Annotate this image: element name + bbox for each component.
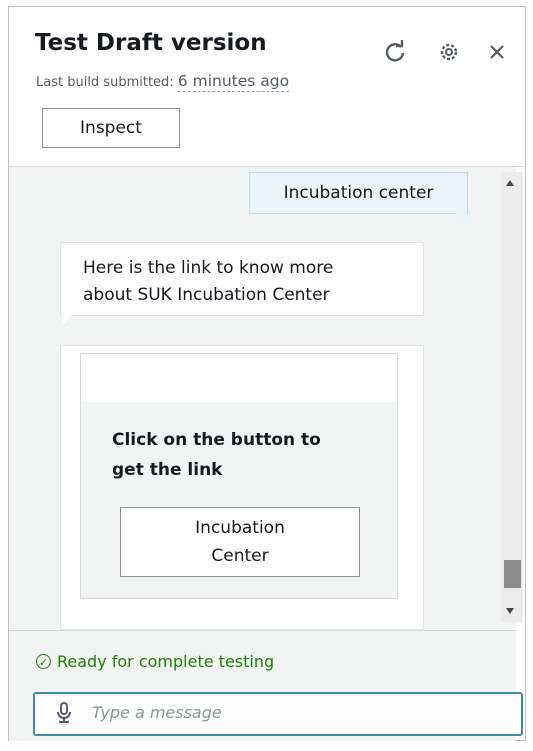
card-text: Click on the button to get the link [112,425,321,485]
build-time-link[interactable]: 6 minutes ago [177,72,290,92]
build-status-label: Last build submitted: [36,75,174,90]
user-bubble-tail [456,213,466,223]
scroll-thumb[interactable] [504,560,521,588]
close-icon-svg [490,45,504,59]
bot-message-line-2: about SUK Incubation Center [83,285,330,305]
inspect-button[interactable]: Inspect [42,108,180,148]
card-button-line-2: Center [211,546,269,566]
microphone-icon-svg [57,702,71,723]
gear-icon-svg [440,43,458,61]
bot-bubble-tail [62,315,72,325]
incubation-center-button[interactable]: Incubation Center [120,507,360,577]
incubation-center-button-label: Incubation Center [195,514,285,570]
user-message-bubble: Incubation center [249,172,468,214]
scroll-up-icon[interactable] [506,180,514,186]
gear-icon[interactable] [437,40,461,64]
close-icon[interactable] [485,40,509,64]
refresh-icon[interactable] [383,40,407,64]
refresh-icon-svg [385,40,405,62]
scroll-down-icon[interactable] [506,608,514,614]
card-button-line-1: Incubation [195,518,285,538]
microphone-icon[interactable] [56,702,72,724]
chat-scrollbar[interactable] [501,172,523,622]
card-text-line-1: Click on the button to [112,430,321,450]
card-image-area [81,354,397,402]
card-text-line-2: get the link [112,460,223,480]
ready-status: ✓ Ready for complete testing [36,652,274,671]
bot-message-bubble: Here is the link to know more about SUK … [60,242,424,316]
ready-status-text: Ready for complete testing [57,652,275,671]
bot-message-line-1: Here is the link to know more [83,258,334,278]
check-circle-icon: ✓ [36,654,51,669]
message-placeholder: Type a message [92,703,222,722]
panel-title: Test Draft version [35,30,267,56]
build-status: Last build submitted: 6 minutes ago [36,72,290,92]
